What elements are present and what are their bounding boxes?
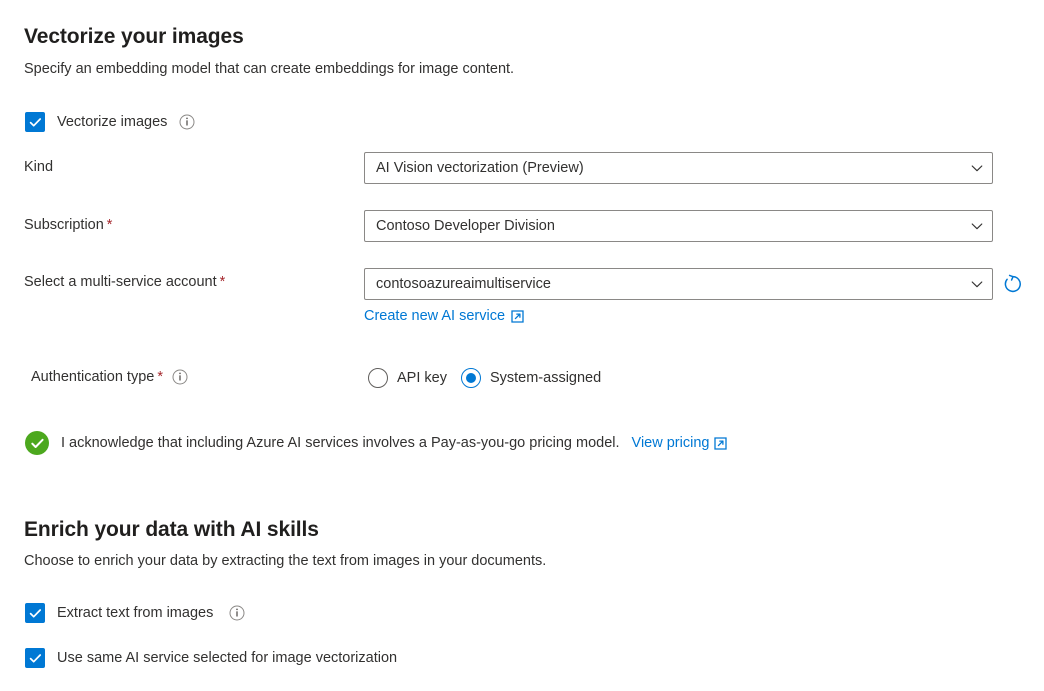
subscription-dropdown-value: Contoso Developer Division (376, 218, 970, 234)
extract-text-from-images-checkbox[interactable] (25, 603, 45, 623)
radio-option-system-assigned[interactable]: System-assigned (461, 368, 601, 388)
authentication-type-label-text: Authentication type (31, 369, 154, 385)
radio-option-api-key[interactable]: API key (368, 368, 447, 388)
vectorize-images-form-page: Vectorize your images Specify an embeddi… (0, 0, 1044, 691)
subscription-required-marker: * (107, 217, 113, 233)
view-pricing-link-label: View pricing (632, 435, 710, 451)
subscription-label-text: Subscription (24, 217, 104, 233)
use-same-ai-service-checkbox-row[interactable]: Use same AI service selected for image v… (25, 648, 397, 668)
radio-label-system-assigned: System-assigned (490, 370, 601, 386)
radio-label-api-key: API key (397, 370, 447, 386)
authentication-type-required-marker: * (157, 369, 163, 385)
info-icon[interactable] (172, 369, 188, 385)
pricing-acknowledgement-row: I acknowledge that including Azure AI se… (25, 431, 727, 455)
kind-label: Kind (24, 159, 53, 175)
create-new-ai-service-link-label: Create new AI service (364, 308, 505, 324)
enrich-section-title: Enrich your data with AI skills (24, 518, 319, 542)
radio-selected-dot (466, 373, 476, 383)
external-link-icon (511, 310, 524, 323)
pricing-acknowledgement-text: I acknowledge that including Azure AI se… (61, 435, 620, 451)
external-link-icon (714, 437, 727, 450)
multi-service-account-required-marker: * (220, 274, 226, 290)
chevron-down-icon (970, 161, 984, 175)
authentication-type-label: Authentication type* (31, 369, 188, 385)
radio-button-system-assigned[interactable] (461, 368, 481, 388)
multi-service-account-label-text: Select a multi-service account (24, 274, 217, 290)
extract-text-from-images-checkbox-row[interactable]: Extract text from images (25, 603, 245, 623)
subscription-dropdown[interactable]: Contoso Developer Division (364, 210, 993, 242)
vectorize-images-checkbox[interactable] (25, 112, 45, 132)
chevron-down-icon (970, 219, 984, 233)
multi-service-account-dropdown[interactable]: contosoazureaimultiservice (364, 268, 993, 300)
vectorize-images-label: Vectorize images (57, 114, 167, 130)
kind-label-text: Kind (24, 159, 53, 175)
vectorize-section-title: Vectorize your images (24, 25, 244, 49)
authentication-type-radio-group[interactable]: API key System-assigned (368, 368, 601, 388)
use-same-ai-service-checkbox[interactable] (25, 648, 45, 668)
vectorize-section-subtitle: Specify an embedding model that can crea… (24, 61, 514, 77)
use-same-ai-service-label: Use same AI service selected for image v… (57, 650, 397, 666)
extract-text-from-images-label: Extract text from images (57, 605, 213, 621)
kind-dropdown[interactable]: AI Vision vectorization (Preview) (364, 152, 993, 184)
radio-button-api-key[interactable] (368, 368, 388, 388)
enrich-section-subtitle: Choose to enrich your data by extracting… (24, 553, 546, 569)
create-new-ai-service-link[interactable]: Create new AI service (364, 308, 524, 324)
info-icon[interactable] (179, 114, 195, 130)
multi-service-account-dropdown-value: contosoazureaimultiservice (376, 276, 970, 292)
chevron-down-icon (970, 277, 984, 291)
subscription-label: Subscription* (24, 217, 112, 233)
kind-dropdown-value: AI Vision vectorization (Preview) (376, 160, 970, 176)
multi-service-account-label: Select a multi-service account* (24, 274, 225, 290)
refresh-icon[interactable] (1000, 271, 1026, 297)
info-icon[interactable] (229, 605, 245, 621)
vectorize-images-checkbox-row[interactable]: Vectorize images (25, 112, 195, 132)
success-check-circle-icon (25, 431, 49, 455)
view-pricing-link[interactable]: View pricing (632, 435, 728, 451)
